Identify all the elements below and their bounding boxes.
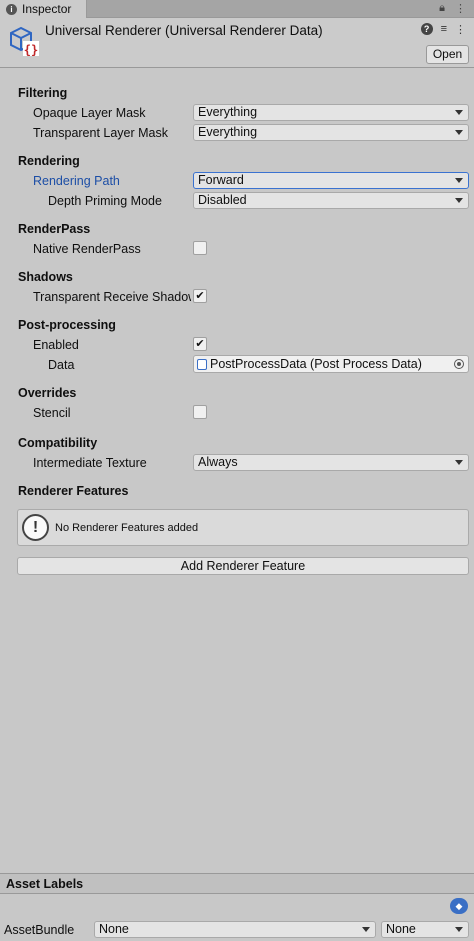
asset-title: Universal Renderer (Universal Renderer D… <box>45 23 323 38</box>
checkmark-icon: ✔ <box>195 290 205 302</box>
chevron-down-icon <box>455 178 463 183</box>
asset-bundle-variant-dropdown[interactable]: None <box>381 921 469 938</box>
stencil-checkbox[interactable] <box>193 405 207 419</box>
dropdown-value: Disabled <box>198 193 247 207</box>
add-renderer-feature-button[interactable]: Add Renderer Feature <box>17 557 469 575</box>
tab-bar: i Inspector 🔒︎ ⋮ <box>0 0 474 18</box>
section-renderer-features: Renderer Features <box>18 484 129 498</box>
section-shadows[interactable]: Shadows <box>18 270 73 284</box>
section-overrides[interactable]: Overrides <box>18 386 76 400</box>
scriptable-object-icon <box>197 359 207 370</box>
header-tools: ? ≡ ⋮ <box>420 23 466 36</box>
menu-icon[interactable]: ⋮ <box>455 2 466 15</box>
native-renderpass-checkbox[interactable] <box>193 241 207 255</box>
depth-priming-mode-label: Depth Priming Mode <box>48 194 162 208</box>
inspector-header: {} Universal Renderer (Universal Rendere… <box>0 18 474 68</box>
rendering-path-dropdown[interactable]: Forward <box>193 172 469 189</box>
chevron-down-icon <box>455 130 463 135</box>
tab-tools: 🔒︎ ⋮ <box>439 2 466 15</box>
tag-icon[interactable]: ◆ <box>450 898 468 914</box>
dropdown-value: None <box>386 922 416 936</box>
chevron-down-icon <box>455 198 463 203</box>
dropdown-value: Everything <box>198 105 258 119</box>
no-features-helpbox: ! No Renderer Features added <box>17 509 469 546</box>
open-button[interactable]: Open <box>426 45 469 64</box>
section-compatibility[interactable]: Compatibility <box>18 436 97 450</box>
intermediate-texture-dropdown[interactable]: Always <box>193 454 469 471</box>
chevron-down-icon <box>455 927 463 932</box>
transparent-receive-shadows-label: Transparent Receive Shadows <box>33 290 191 304</box>
dropdown-value: None <box>99 922 129 936</box>
tab-label: Inspector <box>22 2 72 16</box>
tab-inspector[interactable]: i Inspector <box>0 0 87 18</box>
post-processing-enabled-label: Enabled <box>33 338 79 352</box>
settings-icon[interactable]: ≡ <box>441 23 447 36</box>
dropdown-value: Forward <box>198 173 244 187</box>
transparent-layer-mask-label: Transparent Layer Mask <box>33 126 169 140</box>
depth-priming-mode-dropdown[interactable]: Disabled <box>193 192 469 209</box>
dropdown-value: Everything <box>198 125 258 139</box>
transparent-layer-mask-dropdown[interactable]: Everything <box>193 124 469 141</box>
help-icon[interactable]: ? <box>420 23 433 35</box>
checkmark-icon: ✔ <box>195 338 205 350</box>
warning-icon: ! <box>22 514 49 541</box>
transparent-receive-shadows-checkbox[interactable]: ✔ <box>193 289 207 303</box>
dropdown-value: Always <box>198 455 238 469</box>
lock-icon[interactable]: 🔒︎ <box>439 2 445 15</box>
more-icon[interactable]: ⋮ <box>455 23 466 36</box>
asset-labels-header[interactable]: Asset Labels <box>0 873 474 894</box>
opaque-layer-mask-label: Opaque Layer Mask <box>33 106 146 120</box>
section-filtering[interactable]: Filtering <box>18 86 67 100</box>
info-icon: i <box>6 3 17 15</box>
post-process-data-field[interactable]: PostProcessData (Post Process Data) <box>193 355 469 373</box>
opaque-layer-mask-dropdown[interactable]: Everything <box>193 104 469 121</box>
renderer-asset-icon: {} <box>10 26 39 57</box>
intermediate-texture-label: Intermediate Texture <box>33 456 147 470</box>
asset-bundle-dropdown[interactable]: None <box>94 921 376 938</box>
asset-bundle-label: AssetBundle <box>4 923 75 937</box>
section-rendering[interactable]: Rendering <box>18 154 80 168</box>
section-renderpass[interactable]: RenderPass <box>18 222 90 236</box>
object-picker-icon[interactable] <box>454 359 464 369</box>
post-processing-enabled-checkbox[interactable]: ✔ <box>193 337 207 351</box>
stencil-label: Stencil <box>33 406 71 420</box>
svg-text:{}: {} <box>24 43 38 57</box>
chevron-down-icon <box>455 110 463 115</box>
post-process-data-label: Data <box>48 358 75 372</box>
chevron-down-icon <box>362 927 370 932</box>
section-post-processing[interactable]: Post-processing <box>18 318 116 332</box>
native-renderpass-label: Native RenderPass <box>33 242 141 256</box>
rendering-path-label: Rendering Path <box>33 174 120 188</box>
chevron-down-icon <box>455 460 463 465</box>
no-features-message: No Renderer Features added <box>55 522 199 534</box>
object-field-value: PostProcessData (Post Process Data) <box>210 357 422 371</box>
